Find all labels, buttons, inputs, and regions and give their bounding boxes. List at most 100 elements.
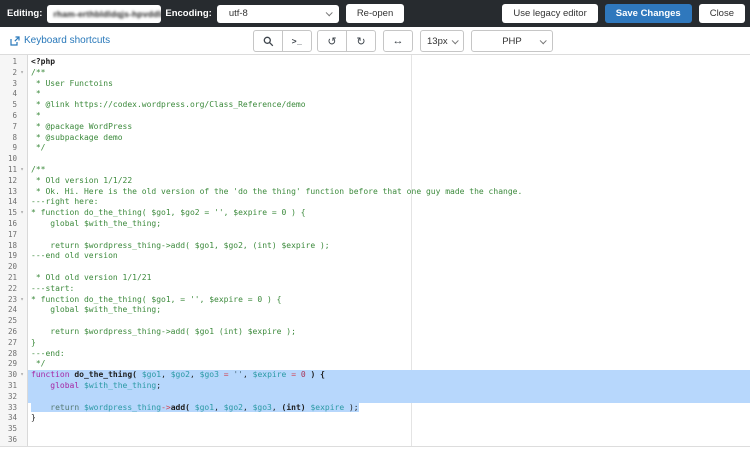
code-line[interactable]: ---end old version: [28, 251, 750, 262]
line-number: 10: [7, 154, 17, 164]
font-size-select[interactable]: 13px: [420, 30, 464, 52]
code-line[interactable]: */: [28, 143, 750, 154]
code-line[interactable]: * function do_the_thing( $go1, = '', $ex…: [28, 295, 750, 306]
code-line[interactable]: * Old version 1/1/22: [28, 176, 750, 187]
code-line[interactable]: [28, 435, 750, 446]
code-line[interactable]: * @package WordPress: [28, 122, 750, 133]
code-line[interactable]: return $wordpress_thing->add( $go1, $go2…: [28, 241, 750, 252]
code-line[interactable]: [28, 230, 750, 241]
fold-gutter-empty: [17, 111, 27, 122]
code-line[interactable]: /**: [28, 165, 750, 176]
code-line[interactable]: [28, 154, 750, 165]
line-number: 18: [7, 240, 17, 250]
code-token: $go2: [170, 370, 190, 380]
code-line[interactable]: return $wordpress_thing->add( $go1 (int)…: [28, 327, 750, 338]
code-token: $go1: [141, 370, 162, 380]
line-number: 33: [7, 402, 17, 412]
code-line[interactable]: * @subpackage demo: [28, 133, 750, 144]
save-changes-button[interactable]: Save Changes: [604, 4, 692, 23]
line-number: 5: [12, 100, 17, 110]
fold-gutter-empty: [17, 284, 27, 295]
code-token: ,: [271, 402, 282, 412]
code-line[interactable]: /**: [28, 68, 750, 79]
code-line[interactable]: ---end:: [28, 349, 750, 360]
line-number: 4: [12, 89, 17, 99]
code-line[interactable]: [28, 391, 750, 403]
code-line[interactable]: ---right here:: [28, 197, 750, 208]
encoding-value: utf-8: [228, 8, 248, 19]
code-line[interactable]: }: [28, 338, 750, 349]
width-toggle-button[interactable]: ↔: [383, 30, 413, 52]
code-line[interactable]: ---start:: [28, 284, 750, 295]
external-link-icon: [10, 35, 20, 46]
code-line[interactable]: function do_the_thing( $go1, $go2, $go3 …: [28, 370, 750, 381]
language-select[interactable]: PHP: [471, 30, 553, 52]
line-number: 17: [7, 229, 17, 239]
code-token: ;: [156, 380, 162, 390]
undo-icon: ↺: [327, 35, 337, 48]
line-number: 32: [7, 391, 17, 401]
file-path-input[interactable]: rham-erthbldldqjs-hpvddla_b: [47, 4, 162, 23]
code-pane[interactable]: <?php/** * User Functoins * * @link http…: [28, 55, 750, 446]
fold-arrow-icon[interactable]: ▾: [17, 295, 27, 306]
line-number: 21: [7, 272, 17, 282]
editor-toolbar: Keyboard shortcuts >_ ↺ ↻ ↔ 13px PHP: [0, 27, 750, 55]
fold-arrow-icon[interactable]: ▾: [17, 165, 27, 176]
code-line[interactable]: [28, 316, 750, 327]
undo-button[interactable]: ↺: [317, 30, 347, 52]
fold-gutter-empty: [17, 381, 27, 392]
close-button[interactable]: Close: [698, 4, 745, 23]
chevron-down-icon: [325, 9, 333, 17]
fold-arrow-icon[interactable]: ▾: [17, 68, 27, 79]
code-line[interactable]: * Ok. Hi. Here is the old version of the…: [28, 187, 750, 198]
code-lines: <?php/** * User Functoins * * @link http…: [28, 57, 750, 446]
code-token: /**: [31, 164, 46, 174]
code-line[interactable]: *: [28, 89, 750, 100]
code-line[interactable]: [28, 262, 750, 273]
code-line[interactable]: global $with_the_thing;: [28, 305, 750, 316]
fold-gutter-empty: [17, 100, 27, 111]
line-number: 28: [7, 348, 17, 358]
code-editor[interactable]: 1 2 ▾ 3 4 5 6 7 8 9 10 11 ▾ 12 13 14 15 ▾ 16 17 18 19 20 21 22 23…: [0, 55, 750, 447]
code-token: add(: [170, 402, 190, 412]
encoding-label: Encoding:: [165, 8, 212, 19]
code-token: $go3: [252, 402, 272, 412]
reopen-button[interactable]: Re-open: [345, 4, 405, 23]
code-line[interactable]: return $wordpress_thing->add( $go1, $go2…: [28, 402, 750, 414]
file-path-value: rham-erthbldldqjs-hpvddla_b: [53, 8, 162, 19]
code-line[interactable]: */: [28, 359, 750, 370]
line-number: 26: [7, 326, 17, 336]
code-line[interactable]: [28, 424, 750, 435]
code-token: ,: [243, 370, 253, 380]
code-token: ,: [214, 402, 224, 412]
code-line[interactable]: * User Functoins: [28, 79, 750, 90]
code-line[interactable]: <?php: [28, 57, 750, 68]
fold-gutter-empty: [17, 413, 27, 424]
code-line[interactable]: }: [28, 413, 750, 424]
code-token: ,: [161, 370, 171, 380]
use-legacy-editor-button[interactable]: Use legacy editor: [502, 4, 598, 23]
code-line[interactable]: * Old old version 1/1/21: [28, 273, 750, 284]
keyboard-shortcuts-link[interactable]: Keyboard shortcuts: [10, 35, 110, 46]
fold-gutter-empty: [17, 359, 27, 370]
fold-gutter-empty: [17, 403, 27, 414]
search-button[interactable]: [253, 30, 283, 52]
redo-button[interactable]: ↻: [346, 30, 376, 52]
fold-gutter-empty: [17, 262, 27, 273]
code-line[interactable]: *: [28, 111, 750, 122]
line-number: 3: [12, 78, 17, 88]
code-line[interactable]: global $with_the_thing;: [28, 219, 750, 230]
line-number: 19: [7, 251, 17, 261]
fold-arrow-icon[interactable]: ▾: [17, 370, 27, 381]
fold-gutter-empty: [17, 327, 27, 338]
code-line[interactable]: global $with_the_thing;: [28, 380, 750, 392]
fold-arrow-icon[interactable]: ▾: [17, 208, 27, 219]
code-token: * Old version 1/1/22: [31, 175, 133, 185]
code-token: $expire: [310, 402, 345, 412]
code-line[interactable]: * function do_the_thing( $go1, $go2 = ''…: [28, 208, 750, 219]
code-line[interactable]: * @link https://codex.wordpress.org/Clas…: [28, 100, 750, 111]
terminal-button[interactable]: >_: [282, 30, 312, 52]
line-number: 36: [7, 434, 17, 444]
encoding-select[interactable]: utf-8: [216, 4, 339, 23]
code-token: * function do_the_thing( $go1, = '', $ex…: [31, 294, 282, 304]
